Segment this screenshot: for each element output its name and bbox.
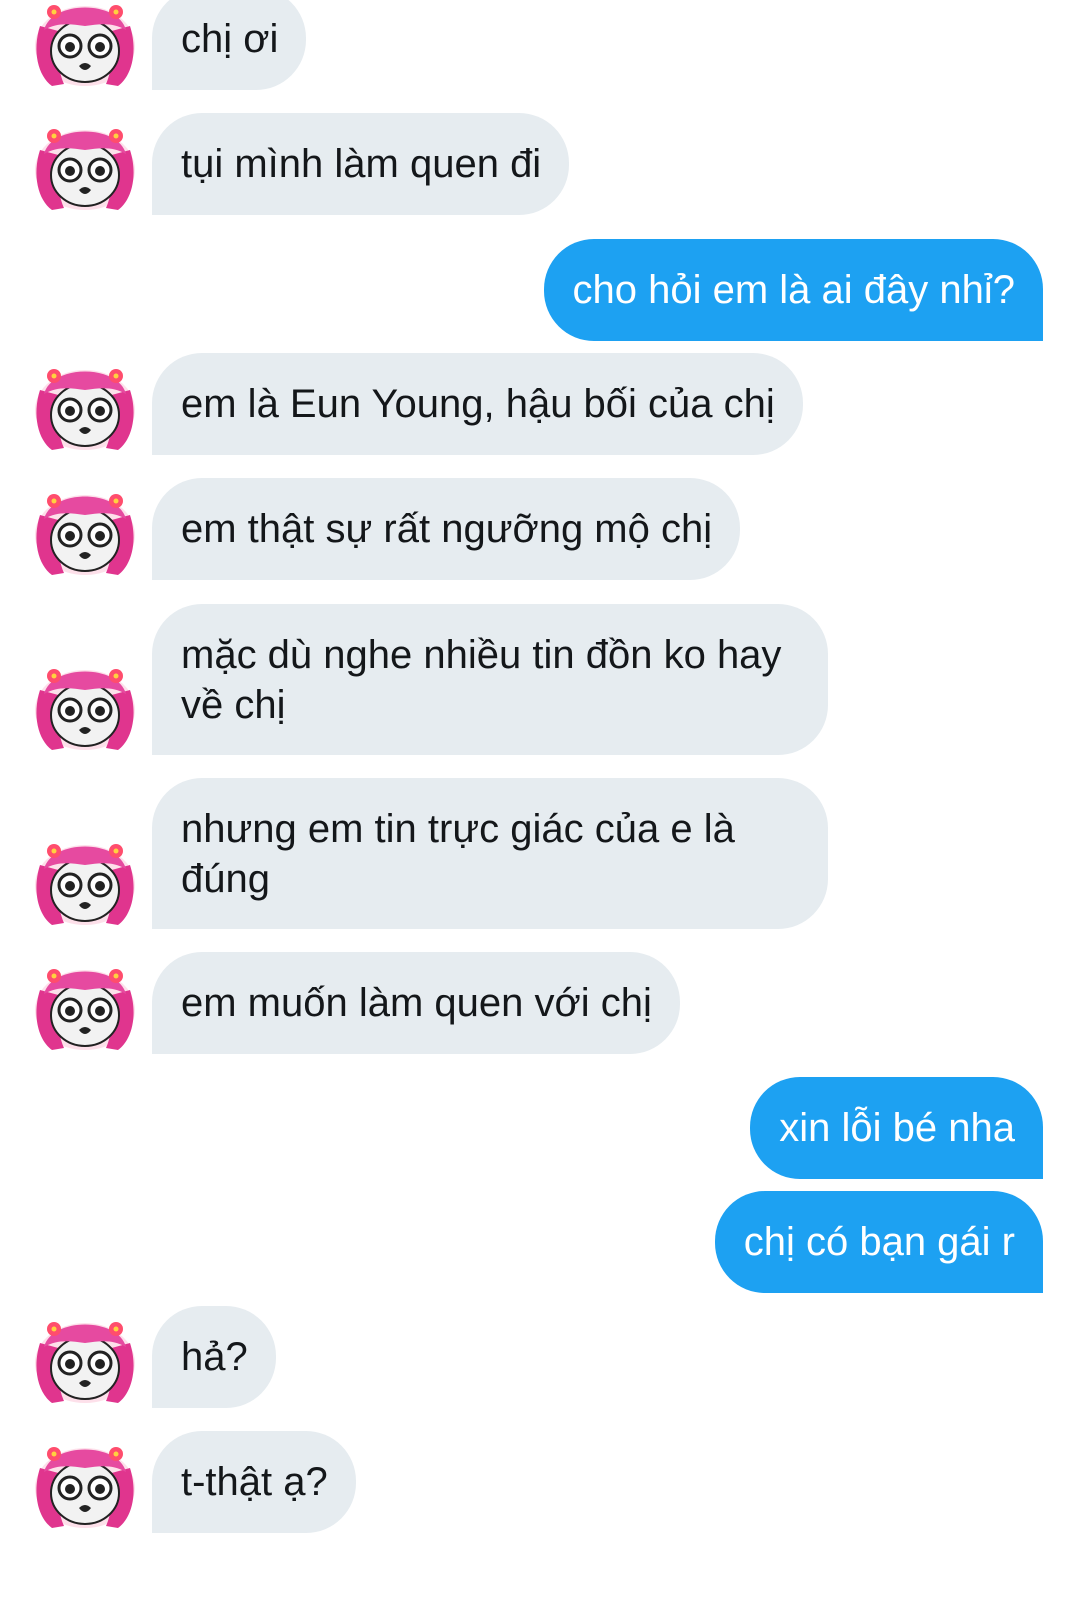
pink-haired-girl-avatar-icon[interactable] [30, 0, 140, 88]
message-bubble-incoming[interactable]: em là Eun Young, hậu bối của chị [152, 353, 803, 455]
pink-haired-girl-avatar-icon[interactable] [30, 360, 140, 452]
pink-haired-girl-avatar-icon[interactable] [30, 660, 140, 752]
message-text: em thật sự rất ngưỡng mộ chị [181, 507, 713, 551]
message-bubble-outgoing[interactable]: cho hỏi em là ai đây nhỉ? [543, 239, 1043, 341]
pink-haired-girl-avatar-icon[interactable] [30, 120, 140, 212]
pink-haired-girl-avatar-icon[interactable] [30, 835, 140, 927]
message-bubble-incoming[interactable]: mặc dù nghe nhiều tin đồn ko hay về chị [152, 604, 828, 755]
message-text: chị ơi [181, 17, 279, 61]
message-bubble-incoming[interactable]: tụi mình làm quen đi [152, 113, 570, 215]
message-text: mặc dù nghe nhiều tin đồn ko hay về chị [181, 633, 782, 727]
message-bubble-outgoing[interactable]: xin lỗi bé nha [750, 1077, 1043, 1179]
message-text: em là Eun Young, hậu bối của chị [181, 382, 775, 426]
message-bubble-incoming[interactable]: em thật sự rất ngưỡng mộ chị [152, 478, 741, 580]
pink-haired-girl-avatar-icon[interactable] [30, 485, 140, 577]
message-text: em muốn làm quen với chị [181, 981, 652, 1025]
message-text: chị có bạn gái r [743, 1220, 1015, 1264]
message-bubble-incoming[interactable]: hả? [152, 1306, 276, 1408]
message-bubble-outgoing[interactable]: chị có bạn gái r [714, 1191, 1043, 1293]
message-text: nhưng em tin trực giác của e là đúng [181, 807, 735, 901]
message-text: hả? [181, 1335, 248, 1379]
message-text: tụi mình làm quen đi [181, 142, 542, 186]
pink-haired-girl-avatar-icon[interactable] [30, 960, 140, 1052]
message-text: cho hỏi em là ai đây nhỉ? [572, 268, 1016, 312]
message-bubble-incoming[interactable]: t-thật ạ? [152, 1431, 356, 1533]
message-bubble-incoming[interactable]: chị ơi [152, 0, 307, 90]
message-text: xin lỗi bé nha [779, 1106, 1015, 1150]
pink-haired-girl-avatar-icon[interactable] [30, 1313, 140, 1405]
message-text: t-thật ạ? [181, 1460, 328, 1504]
message-bubble-incoming[interactable]: em muốn làm quen với chị [152, 952, 680, 1054]
pink-haired-girl-avatar-icon[interactable] [30, 1438, 140, 1530]
message-bubble-incoming[interactable]: nhưng em tin trực giác của e là đúng [152, 778, 828, 929]
